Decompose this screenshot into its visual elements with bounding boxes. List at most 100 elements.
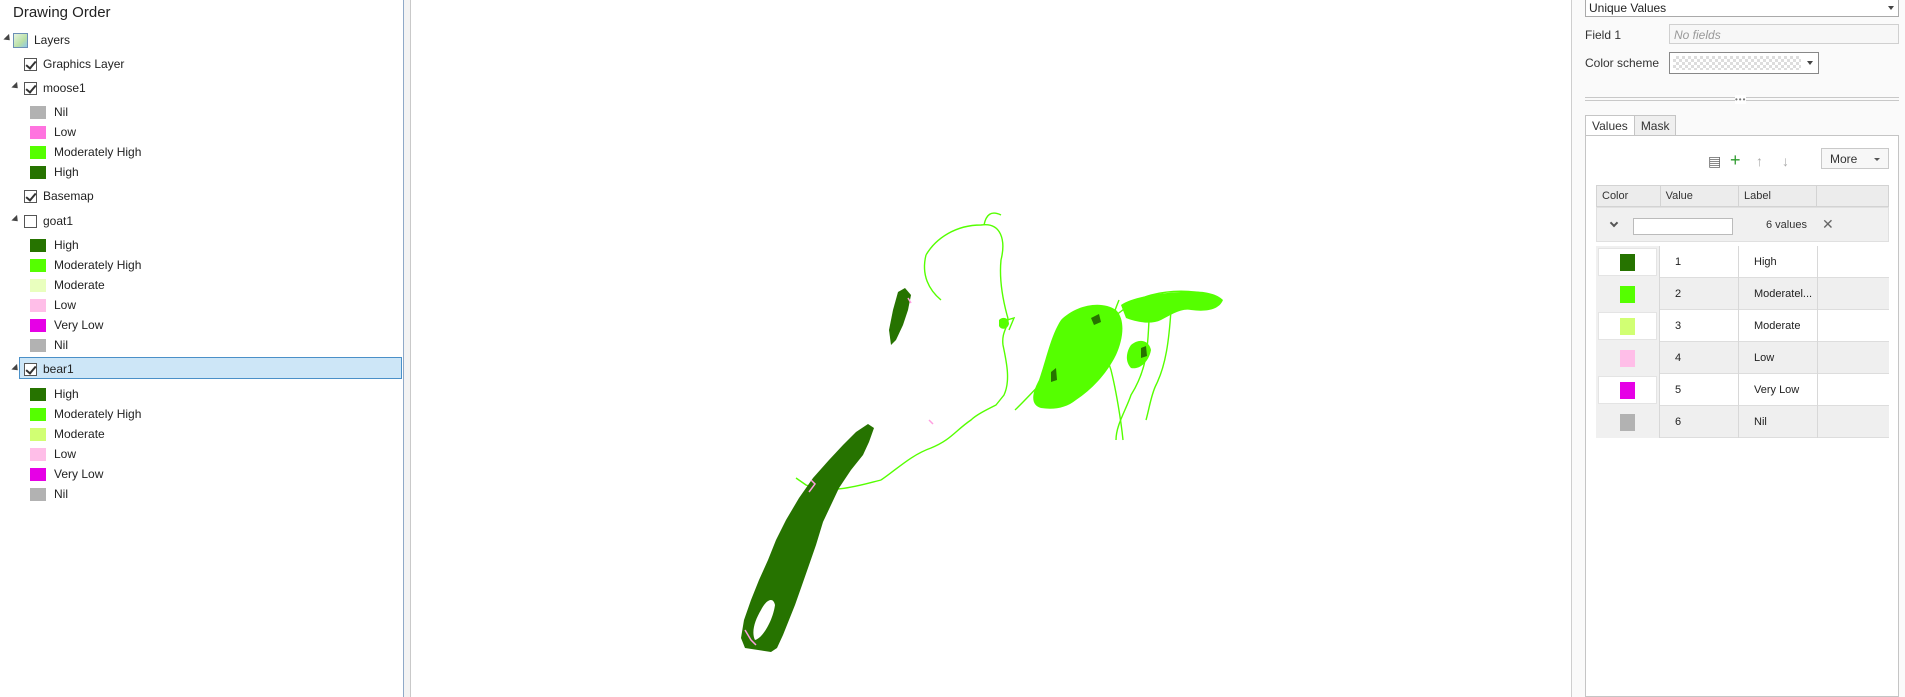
value-text: 6 xyxy=(1675,416,1682,428)
collapse-chevron-icon[interactable] xyxy=(1609,218,1619,228)
value-cell[interactable]: 2 xyxy=(1660,278,1739,310)
value-swatch[interactable] xyxy=(1620,254,1635,271)
chevron-down-icon xyxy=(1807,61,1813,65)
layer-graphics[interactable]: Graphics Layer xyxy=(24,54,124,74)
value-row[interactable]: 5 Very Low xyxy=(1596,374,1889,406)
value-text: 1 xyxy=(1675,256,1682,268)
legend-label: High xyxy=(54,238,79,252)
heading-input[interactable] xyxy=(1633,218,1733,235)
label-cell[interactable]: Low xyxy=(1739,342,1818,374)
value-cell[interactable]: 1 xyxy=(1660,246,1739,278)
color-scheme-label: Color scheme xyxy=(1585,56,1660,70)
goat-layer-label: goat1 xyxy=(43,214,74,228)
legend-item: Nil xyxy=(30,102,68,122)
bear-layer-checkbox[interactable] xyxy=(24,362,37,376)
value-color-cell[interactable] xyxy=(1596,406,1660,438)
value-swatch[interactable] xyxy=(1620,286,1635,303)
value-row[interactable]: 3 Moderate xyxy=(1596,310,1889,342)
value-cell[interactable]: 5 xyxy=(1660,374,1739,406)
graphics-layer-checkbox[interactable] xyxy=(24,57,37,71)
basemap-checkbox[interactable] xyxy=(24,189,37,203)
contents-pane: Drawing Order Layers Graphics Layer moos… xyxy=(0,0,404,697)
legend-swatch xyxy=(30,467,46,481)
legend-item: Moderately High xyxy=(30,404,141,424)
value-color-cell[interactable] xyxy=(1596,342,1660,374)
value-cell[interactable]: 4 xyxy=(1660,342,1739,374)
value-text: 3 xyxy=(1675,320,1682,332)
legend-item: High xyxy=(30,384,79,404)
value-swatch[interactable] xyxy=(1620,350,1635,367)
field1-label: Field 1 xyxy=(1585,28,1622,42)
legend-swatch xyxy=(30,387,46,401)
value-row[interactable]: 6 Nil xyxy=(1596,406,1889,438)
section-resize-grip[interactable]: ••• xyxy=(1585,95,1899,104)
label-cell[interactable]: Very Low xyxy=(1739,374,1818,406)
value-cell[interactable]: 6 xyxy=(1660,406,1739,438)
moose-layer-checkbox[interactable] xyxy=(24,81,37,95)
layer-bear[interactable]: bear1 xyxy=(24,359,74,379)
pane-splitter[interactable] xyxy=(404,0,411,697)
legend-label: Low xyxy=(54,125,77,139)
column-header-label[interactable]: Label xyxy=(1739,186,1818,206)
layer-moose[interactable]: moose1 xyxy=(24,78,86,98)
map-canvas[interactable] xyxy=(411,0,1571,697)
renderer-dropdown[interactable]: Unique Values xyxy=(1585,0,1899,17)
map-view[interactable] xyxy=(411,0,1571,697)
label-cell[interactable]: High xyxy=(1739,246,1818,278)
label-text: Very Low xyxy=(1754,384,1800,396)
column-header-color[interactable]: Color xyxy=(1597,186,1661,206)
legend-item: Moderate xyxy=(30,424,105,444)
legend-item: Moderately High xyxy=(30,142,141,162)
legend-label: Nil xyxy=(54,487,68,501)
value-swatch[interactable] xyxy=(1620,414,1635,431)
move-up-icon[interactable]: ↑ xyxy=(1756,153,1763,169)
label-text: Nil xyxy=(1754,416,1767,428)
symbology-tabs: Values Mask xyxy=(1585,115,1677,136)
legend-item: Nil xyxy=(30,335,68,355)
expand-moose-icon[interactable] xyxy=(11,81,21,92)
value-color-cell[interactable] xyxy=(1596,278,1660,310)
habitat-high-patch xyxy=(1141,346,1147,358)
move-down-icon[interactable]: ↓ xyxy=(1782,153,1789,169)
tab-mask[interactable]: Mask xyxy=(1633,115,1677,136)
color-scheme-dropdown[interactable] xyxy=(1669,52,1819,74)
legend-swatch xyxy=(30,447,46,461)
value-color-cell[interactable] xyxy=(1596,374,1660,406)
label-text: Moderatel... xyxy=(1754,288,1813,300)
bear-layer-label: bear1 xyxy=(43,362,74,376)
layer-basemap[interactable]: Basemap xyxy=(24,186,94,206)
more-button[interactable]: More xyxy=(1821,148,1889,169)
tab-values[interactable]: Values xyxy=(1585,115,1635,136)
legend-label: Nil xyxy=(54,105,68,119)
label-cell[interactable]: Moderatel... xyxy=(1739,278,1818,310)
legend-item: Low xyxy=(30,444,76,464)
extra-cell xyxy=(1818,342,1889,374)
value-color-cell[interactable] xyxy=(1596,246,1660,278)
value-row[interactable]: 4 Low xyxy=(1596,342,1889,374)
extra-cell xyxy=(1818,278,1889,310)
column-header-value[interactable]: Value xyxy=(1661,186,1740,206)
legend-label: Moderate xyxy=(54,427,105,441)
legend-swatch xyxy=(30,427,46,441)
label-cell[interactable]: Nil xyxy=(1739,406,1818,438)
value-row[interactable]: 2 Moderatel... xyxy=(1596,278,1889,310)
goat-layer-checkbox[interactable] xyxy=(24,214,37,228)
close-icon[interactable]: ✕ xyxy=(1822,216,1834,233)
expand-goat-icon[interactable] xyxy=(11,214,21,225)
label-cell[interactable]: Moderate xyxy=(1739,310,1818,342)
add-all-values-icon[interactable]: ▤ xyxy=(1708,153,1721,170)
legend-item: Nil xyxy=(30,484,68,504)
add-value-icon[interactable]: + xyxy=(1730,150,1741,171)
value-cell[interactable]: 3 xyxy=(1660,310,1739,342)
habitat-low-edge xyxy=(928,419,934,425)
value-color-cell[interactable] xyxy=(1596,310,1660,342)
layer-goat[interactable]: goat1 xyxy=(24,211,73,231)
legend-label: Moderately High xyxy=(54,145,142,159)
legend-label: Low xyxy=(54,447,77,461)
value-swatch[interactable] xyxy=(1620,318,1635,335)
value-row[interactable]: 1 High xyxy=(1596,246,1889,278)
layers-root[interactable]: Layers xyxy=(13,30,70,50)
expand-layers-icon[interactable] xyxy=(3,33,13,44)
layers-root-label: Layers xyxy=(34,33,71,47)
value-swatch[interactable] xyxy=(1620,382,1635,399)
